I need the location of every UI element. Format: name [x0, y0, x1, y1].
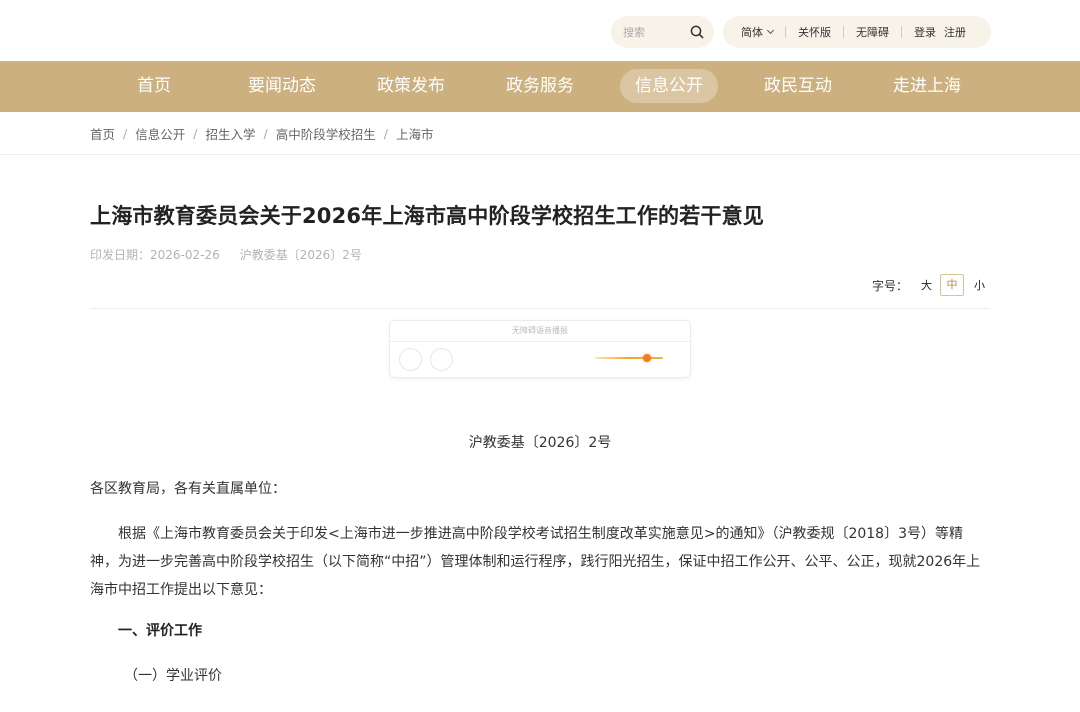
chevron-down-icon — [766, 26, 775, 35]
accessibility-link[interactable]: 无障碍 — [856, 24, 889, 40]
separator — [843, 26, 844, 38]
document-ref: 沪教委基〔2026〕2号 — [239, 248, 362, 262]
separator — [785, 26, 786, 38]
player-label: 无障碍语音播报 — [512, 326, 568, 335]
nav-item-policy[interactable]: 政策发布 — [365, 69, 457, 103]
font-size-large[interactable]: 大 — [921, 277, 932, 293]
register-link[interactable]: 注册 — [944, 24, 966, 40]
section-heading: 一、评价工作 — [118, 623, 202, 639]
breadcrumb: 首页 / 信息公开 / 招生入学 / 高中阶段学校招生 / 上海市 — [90, 124, 433, 142]
divider — [90, 308, 990, 309]
breadcrumb-separator: / — [193, 125, 198, 141]
utility-links: 简体 关怀版 无障碍 登录 注册 — [723, 16, 991, 48]
search-icon[interactable] — [689, 24, 705, 40]
search-box — [611, 16, 714, 48]
publish-date: 印发日期：2026-02-26 — [90, 248, 220, 262]
search-input[interactable] — [623, 25, 689, 39]
font-size-medium[interactable]: 中 — [940, 274, 965, 296]
nav-item-services[interactable]: 政务服务 — [494, 69, 586, 103]
breadcrumb-info-disclosure[interactable]: 信息公开 — [135, 124, 185, 143]
breadcrumb-shanghai[interactable]: 上海市 — [396, 124, 434, 143]
salutation: 各区教育局，各有关直属单位： — [90, 481, 286, 497]
separator — [901, 26, 902, 38]
breadcrumb-separator: / — [383, 125, 388, 141]
font-size-control: 字号： 大 中 小 — [872, 274, 985, 296]
breadcrumb-separator: / — [263, 125, 268, 141]
divider — [0, 154, 1080, 155]
font-size-small[interactable]: 小 — [974, 277, 985, 293]
nav-item-about-shanghai[interactable]: 走进上海 — [881, 69, 973, 103]
article-meta: 印发日期：2026-02-26 沪教委基〔2026〕2号 — [90, 246, 362, 263]
nav-item-news[interactable]: 要闻动态 — [236, 69, 328, 103]
breadcrumb-separator: / — [123, 125, 128, 141]
breadcrumb-enrollment[interactable]: 招生入学 — [205, 124, 255, 143]
breadcrumb-home[interactable]: 首页 — [90, 124, 115, 143]
care-mode-link[interactable]: 关怀版 — [798, 24, 831, 40]
language-label: 简体 — [741, 26, 763, 39]
top-utility-bar: 简体 关怀版 无障碍 登录 注册 — [0, 0, 1080, 61]
nav-item-home[interactable]: 首页 — [115, 69, 193, 103]
body-paragraph: 根据《上海市教育委员会关于印发<上海市进一步推进高中阶段学校考试招生制度改革实施… — [90, 526, 981, 598]
document-number: 沪教委基〔2026〕2号 — [468, 435, 612, 451]
font-size-label: 字号： — [872, 278, 909, 293]
login-link[interactable]: 登录 — [914, 24, 936, 40]
audio-player: 无障碍语音播报 — [389, 320, 691, 378]
breadcrumb-high-school-enrollment[interactable]: 高中阶段学校招生 — [276, 124, 376, 143]
stop-button[interactable] — [430, 348, 453, 371]
play-button[interactable] — [399, 348, 422, 371]
progress-knob[interactable] — [643, 354, 651, 362]
language-select[interactable]: 简体 — [741, 24, 775, 40]
article-title: 上海市教育委员会关于2026年上海市高中阶段学校招生工作的若干意见 — [90, 204, 765, 228]
main-nav: 首页 要闻动态 政策发布 政务服务 信息公开 政民互动 走进上海 — [0, 61, 1080, 112]
nav-item-interaction[interactable]: 政民互动 — [752, 69, 844, 103]
nav-item-info-disclosure[interactable]: 信息公开 — [620, 69, 718, 103]
divider — [390, 341, 690, 342]
progress-track[interactable] — [595, 357, 663, 359]
subsection-heading: （一）学业评价 — [124, 668, 222, 684]
